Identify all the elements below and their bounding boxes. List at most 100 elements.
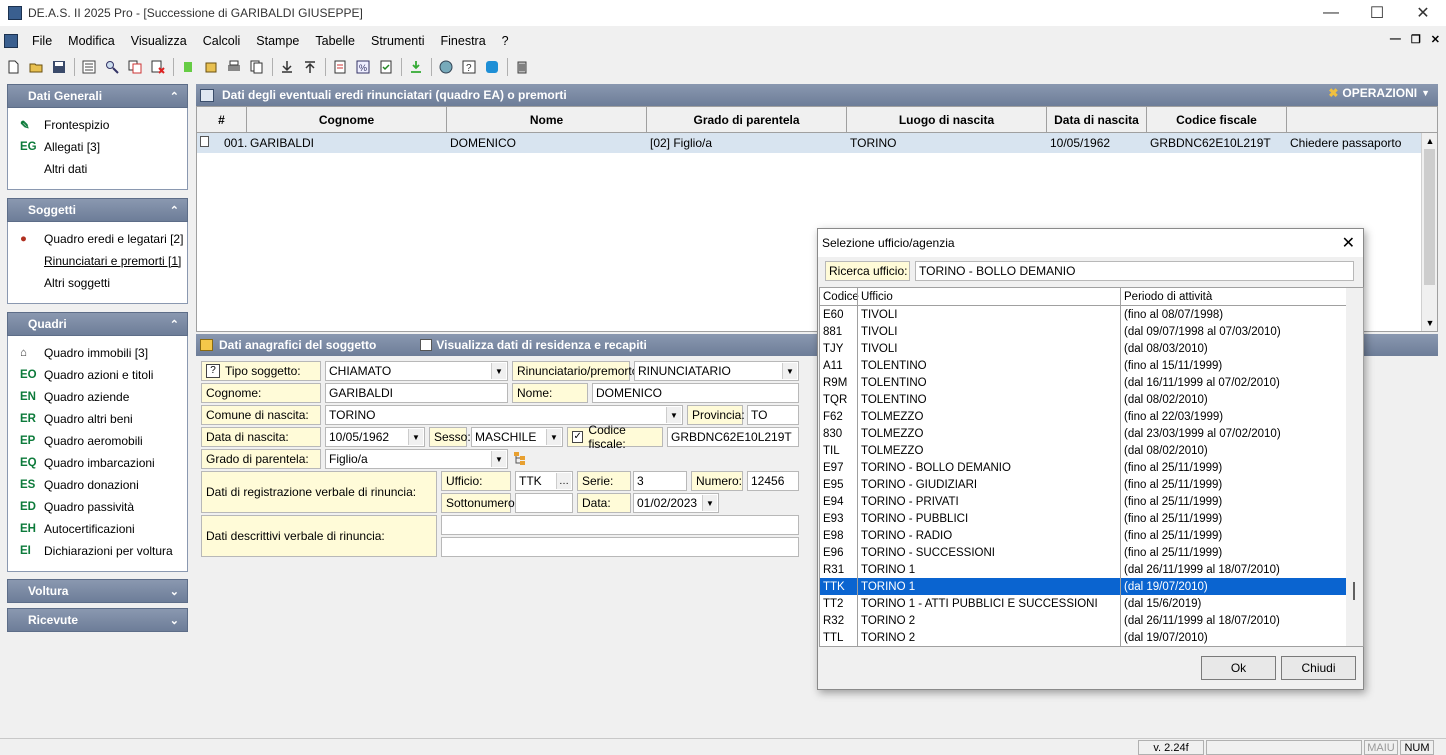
menu-modifica[interactable]: Modifica bbox=[60, 34, 123, 48]
search-input[interactable]: TORINO - BOLLO DEMANIO bbox=[915, 261, 1354, 281]
print-icon[interactable] bbox=[225, 58, 243, 76]
upload-icon[interactable] bbox=[301, 58, 319, 76]
list-icon[interactable] bbox=[80, 58, 98, 76]
descrittivi-field-1[interactable] bbox=[441, 515, 799, 535]
mdi-minimize-icon[interactable]: — bbox=[1390, 33, 1401, 46]
chiudi-button[interactable]: Chiudi bbox=[1281, 656, 1356, 680]
list-item[interactable]: R9M TOLENTINO (dal 16/11/1999 al 07/02/201… bbox=[820, 374, 1363, 391]
list-item[interactable]: R31 TORINO 1 (dal 26/11/1999 al 18/07/2010… bbox=[820, 561, 1363, 578]
sidebar-item-rinunciatari[interactable]: Rinunciatari e premorti [1] bbox=[8, 250, 187, 272]
sidebar-item-azioni[interactable]: EO Quadro azioni e titoli bbox=[8, 364, 187, 386]
panel-header[interactable]: Ricevute ⌄ bbox=[7, 608, 188, 632]
sidebar-item-altri-soggetti[interactable]: Altri soggetti bbox=[8, 272, 187, 294]
menu-strumenti[interactable]: Strumenti bbox=[363, 34, 433, 48]
list-item[interactable]: E97 TORINO - BOLLO DEMANIO (fino al 25/11/… bbox=[820, 459, 1363, 476]
sidebar-item-autocertificazioni[interactable]: EH Autocertificazioni bbox=[8, 518, 187, 540]
sidebar-item-altri-dati[interactable]: Altri dati bbox=[8, 158, 187, 180]
list-item[interactable]: E94 TORINO - PRIVATI (fino al 25/11/1999) bbox=[820, 493, 1363, 510]
maximize-button[interactable]: ☐ bbox=[1354, 0, 1400, 26]
comune-select[interactable]: TORINO ▼ bbox=[325, 405, 683, 425]
sesso-select[interactable]: MASCHILE ▼ bbox=[471, 427, 563, 447]
residenza-checkbox[interactable] bbox=[420, 339, 433, 351]
residenza-label[interactable]: Visualizza dati di residenza e recapiti bbox=[436, 338, 647, 352]
sidebar-item-frontespizio[interactable]: ✎ Frontespizio bbox=[8, 114, 187, 136]
open-icon[interactable] bbox=[27, 58, 45, 76]
new-icon[interactable] bbox=[4, 58, 22, 76]
sidebar-item-aeromobili[interactable]: EP Quadro aeromobili bbox=[8, 430, 187, 452]
mdi-restore-icon[interactable]: ❐ bbox=[1411, 33, 1421, 46]
sidebar-item-imbarcazioni[interactable]: EQ Quadro imbarcazioni bbox=[8, 452, 187, 474]
sidebar-item-allegati[interactable]: EG Allegati [3] bbox=[8, 136, 187, 158]
descrittivi-field-2[interactable] bbox=[441, 537, 799, 557]
list-item[interactable]: E98 TORINO - RADIO (fino al 25/11/1999) bbox=[820, 527, 1363, 544]
list-item[interactable]: F62 TOLMEZZO (fino al 22/03/1999) bbox=[820, 408, 1363, 425]
folder-up-icon[interactable] bbox=[202, 58, 220, 76]
ok-button[interactable]: Ok bbox=[1201, 656, 1276, 680]
list-scrollbar[interactable] bbox=[1346, 288, 1363, 646]
nome-field[interactable]: DOMENICO bbox=[592, 383, 799, 403]
list-item[interactable]: 830 TOLMEZZO (dal 23/03/1999 al 07/02/2010… bbox=[820, 425, 1363, 442]
data-field[interactable]: 01/02/2023 ▼ bbox=[633, 493, 719, 513]
add-green-icon[interactable] bbox=[179, 58, 197, 76]
list-item[interactable]: TQR TOLENTINO (dal 08/02/2010) bbox=[820, 391, 1363, 408]
cf-checkbox[interactable]: ✓ bbox=[572, 431, 584, 443]
tree-icon[interactable] bbox=[513, 451, 527, 465]
list-item[interactable]: TJY TIVOLI (dal 08/03/2010) bbox=[820, 340, 1363, 357]
list-item[interactable]: A11 TOLENTINO (fino al 15/11/1999) bbox=[820, 357, 1363, 374]
save-icon[interactable] bbox=[50, 58, 68, 76]
menu-help[interactable]: ? bbox=[494, 34, 517, 48]
menu-calcoli[interactable]: Calcoli bbox=[195, 34, 249, 48]
sidebar-item-eredi[interactable]: ● Quadro eredi e legatari [2] bbox=[8, 228, 187, 250]
list-item[interactable]: TTK TORINO 1 (dal 19/07/2010) bbox=[820, 578, 1363, 595]
help-icon[interactable]: ? bbox=[460, 58, 478, 76]
tipo-soggetto-select[interactable]: CHIAMATO ▼ bbox=[325, 361, 508, 381]
search-person-icon[interactable] bbox=[103, 58, 121, 76]
sidebar-item-altri-beni[interactable]: ER Quadro altri beni bbox=[8, 408, 187, 430]
minimize-button[interactable]: — bbox=[1308, 0, 1354, 26]
panel-header[interactable]: Soggetti ⌃ bbox=[7, 198, 188, 222]
list-item[interactable]: E96 TORINO - SUCCESSIONI (fino al 25/11/19… bbox=[820, 544, 1363, 561]
numero-field[interactable]: 12456 bbox=[747, 471, 799, 491]
export-icon[interactable] bbox=[407, 58, 425, 76]
panel-header[interactable]: Dati Generali ⌃ bbox=[7, 84, 188, 108]
support-icon[interactable] bbox=[483, 58, 501, 76]
menu-file[interactable]: File bbox=[24, 34, 60, 48]
sidebar-item-donazioni[interactable]: ES Quadro donazioni bbox=[8, 474, 187, 496]
download-icon[interactable] bbox=[278, 58, 296, 76]
list-item[interactable]: R32 TORINO 2 (dal 26/11/1999 al 18/07/2010… bbox=[820, 612, 1363, 629]
percent-icon[interactable]: % bbox=[354, 58, 372, 76]
delete-icon[interactable] bbox=[149, 58, 167, 76]
rinunciatario-select[interactable]: RINUNCIATARIO ▼ bbox=[634, 361, 799, 381]
list-item[interactable]: E60 TIVOLI (fino al 08/07/1998) bbox=[820, 306, 1363, 323]
data-nascita-field[interactable]: 10/05/1962 ▼ bbox=[325, 427, 425, 447]
report-icon[interactable] bbox=[331, 58, 349, 76]
cf-field[interactable]: GRBDNC62E10L219T bbox=[667, 427, 799, 447]
close-icon[interactable]: ✕ bbox=[1342, 233, 1355, 253]
mdi-close-icon[interactable]: ✕ bbox=[1431, 33, 1440, 46]
list-item[interactable]: TT2 TORINO 1 - ATTI PUBBLICI E SUCCESSION… bbox=[820, 595, 1363, 612]
list-item[interactable]: TIL TOLMEZZO (dal 08/02/2010) bbox=[820, 442, 1363, 459]
cognome-field[interactable]: GARIBALDI bbox=[325, 383, 508, 403]
close-window-button[interactable]: ✕ bbox=[1400, 0, 1446, 26]
building-icon[interactable] bbox=[513, 58, 531, 76]
provincia-field[interactable]: TO bbox=[747, 405, 799, 425]
list-item[interactable]: E93 TORINO - PUBBLICI (fino al 25/11/1999) bbox=[820, 510, 1363, 527]
sidebar-item-voltura-dichiarazioni[interactable]: EI Dichiarazioni per voltura bbox=[8, 540, 187, 562]
pages-icon[interactable] bbox=[248, 58, 266, 76]
list-item[interactable]: TTL TORINO 2 (dal 19/07/2010) bbox=[820, 629, 1363, 646]
browse-button[interactable]: … bbox=[556, 473, 571, 489]
sottonumero-field[interactable] bbox=[515, 493, 573, 513]
sidebar-item-aziende[interactable]: EN Quadro aziende bbox=[8, 386, 187, 408]
list-item[interactable]: E95 TORINO - GIUDIZIARI (fino al 25/11/199… bbox=[820, 476, 1363, 493]
grid-scrollbar[interactable]: ▲ ▼ bbox=[1421, 133, 1437, 331]
grado-select[interactable]: Figlio/a ▼ bbox=[325, 449, 508, 469]
operations-button[interactable]: ✖ OPERAZIONI ▼ bbox=[1328, 86, 1430, 100]
menu-visualizza[interactable]: Visualizza bbox=[123, 34, 195, 48]
menu-finestra[interactable]: Finestra bbox=[433, 34, 494, 48]
menu-stampe[interactable]: Stampe bbox=[248, 34, 307, 48]
sidebar-item-immobili[interactable]: ⌂ Quadro immobili [3] bbox=[8, 342, 187, 364]
copy-icon[interactable] bbox=[126, 58, 144, 76]
serie-field[interactable]: 3 bbox=[633, 471, 687, 491]
globe-icon[interactable] bbox=[437, 58, 455, 76]
panel-header[interactable]: Voltura ⌄ bbox=[7, 579, 188, 603]
